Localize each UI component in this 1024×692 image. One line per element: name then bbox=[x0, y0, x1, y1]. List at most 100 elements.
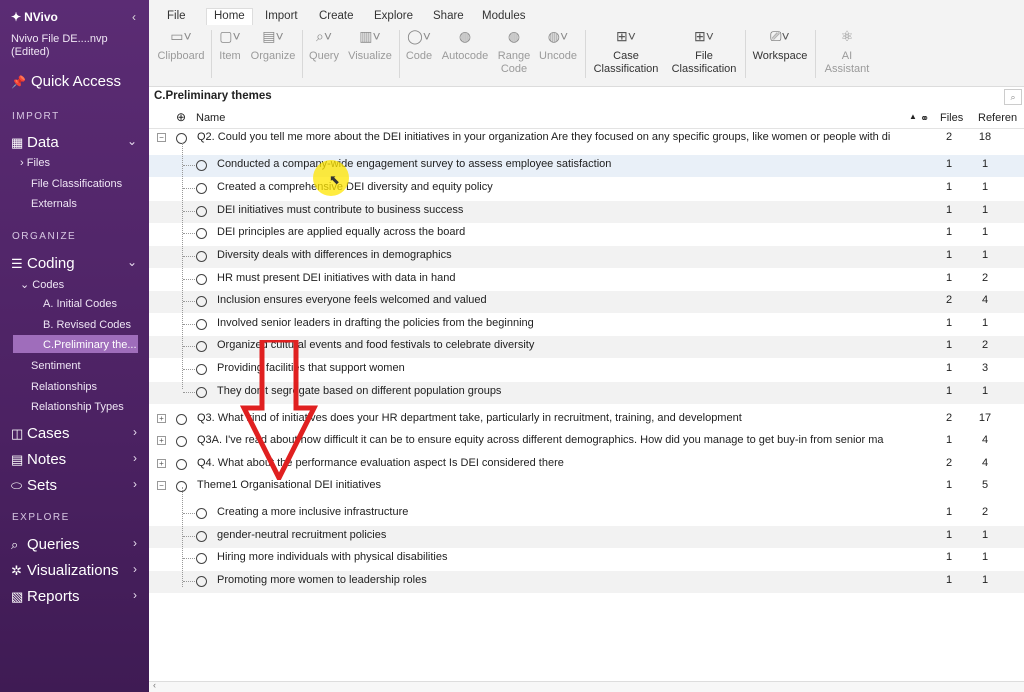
range-code-button[interactable]: ◍ Range Code bbox=[496, 28, 532, 76]
collapse-node-icon[interactable]: − bbox=[157, 481, 166, 490]
references-count: 1 bbox=[981, 529, 989, 541]
ai-assistant-button[interactable]: ⚛ AI Assistant bbox=[821, 29, 873, 76]
table-row[interactable]: Created a comprehensive DEI diversity an… bbox=[149, 178, 1024, 200]
sidebar-item-queries[interactable]: ⌕ Queries › bbox=[11, 536, 139, 553]
range-code-icon: ◍ bbox=[507, 28, 521, 44]
node-name: Providing facilities that support women bbox=[217, 362, 405, 374]
sidebar-item-cases[interactable]: ◫ Cases › bbox=[11, 425, 139, 442]
table-row[interactable]: Diversity deals with differences in demo… bbox=[149, 246, 1024, 268]
sidebar-item-relationships[interactable]: Relationships bbox=[31, 381, 97, 393]
column-name[interactable]: Name bbox=[196, 112, 225, 124]
node-name: DEI initiatives must contribute to busin… bbox=[217, 204, 464, 216]
item-button[interactable]: ▢˅ Item bbox=[217, 29, 243, 63]
sidebar-item-revised-codes[interactable]: B. Revised Codes bbox=[43, 319, 131, 331]
tab-import[interactable]: Import bbox=[265, 10, 298, 22]
query-button[interactable]: ⌕˅ Query bbox=[307, 29, 341, 63]
sort-up-icon[interactable]: ▲ bbox=[909, 112, 917, 121]
code-node-icon bbox=[196, 274, 207, 285]
table-row[interactable]: − Q2. Could you tell me more about the DE… bbox=[149, 128, 1024, 150]
case-label-2: Classification bbox=[593, 63, 659, 75]
page-title: C.Preliminary themes bbox=[154, 90, 272, 102]
files-count: 1 bbox=[945, 181, 953, 193]
sidebar-item-visualizations[interactable]: ✲ Visualizations › bbox=[11, 562, 139, 579]
expand-node-icon[interactable]: + bbox=[157, 436, 166, 445]
sidebar-item-sentiment[interactable]: Sentiment bbox=[31, 360, 81, 372]
case-classification-button[interactable]: ⊞˅ Case Classification bbox=[590, 29, 662, 76]
organize-button[interactable]: ▤˅ Organize bbox=[249, 29, 297, 63]
code-node-icon bbox=[196, 228, 207, 239]
table-row[interactable]: DEI principles are applied equally acros… bbox=[149, 223, 1024, 245]
files-count: 1 bbox=[945, 362, 953, 374]
references-count: 17 bbox=[978, 412, 992, 424]
files-count: 1 bbox=[945, 385, 953, 397]
expand-node-icon[interactable]: + bbox=[157, 459, 166, 468]
references-count: 3 bbox=[981, 362, 989, 374]
code-node-icon bbox=[196, 160, 207, 171]
collapse-node-icon[interactable]: − bbox=[157, 133, 166, 142]
table-row[interactable]: Creating a more inclusive infrastructure… bbox=[149, 503, 1024, 525]
tree-connector bbox=[183, 392, 197, 393]
ribbon: File Home Import Create Explore Share Mo… bbox=[149, 0, 1024, 87]
scroll-left-icon[interactable]: ‹ bbox=[153, 680, 156, 690]
clipboard-button[interactable]: ▭˅ Clipboard bbox=[156, 29, 206, 63]
notes-icon: ▤ bbox=[11, 452, 24, 467]
table-row[interactable]: Promoting more women to leadership roles… bbox=[149, 571, 1024, 593]
expand-node-icon[interactable]: + bbox=[157, 414, 166, 423]
tree-connector bbox=[183, 279, 197, 280]
table-row[interactable]: DEI initiatives must contribute to busin… bbox=[149, 201, 1024, 223]
sidebar-item-file-classifications[interactable]: File Classifications bbox=[31, 178, 122, 190]
visualize-label: Visualize bbox=[348, 50, 392, 62]
node-name: Diversity deals with differences in demo… bbox=[217, 249, 452, 261]
uncode-button[interactable]: ◍˅ Uncode bbox=[537, 28, 579, 63]
code-button[interactable]: ◯˅ Code bbox=[404, 29, 434, 63]
sidebar-item-initial-codes[interactable]: A. Initial Codes bbox=[43, 298, 117, 310]
code-node-icon bbox=[196, 531, 207, 542]
tab-share[interactable]: Share bbox=[433, 10, 464, 22]
sidebar-item-relationship-types[interactable]: Relationship Types bbox=[31, 401, 124, 413]
collapse-sidebar-icon[interactable]: ‹ bbox=[132, 10, 136, 24]
sidebar-item-files[interactable]: › Files bbox=[20, 157, 50, 169]
table-row[interactable]: Inclusion ensures everyone feels welcome… bbox=[149, 291, 1024, 313]
section-organize: ORGANIZE bbox=[12, 231, 77, 242]
codes-label: Codes bbox=[32, 279, 65, 291]
workspace-button[interactable]: ⎚˅ Workspace bbox=[749, 29, 811, 63]
node-name: gender-neutral recruitment policies bbox=[217, 529, 387, 541]
case-label-1: Case bbox=[613, 50, 639, 62]
files-count: 1 bbox=[945, 551, 953, 563]
uncode-icon: ◍˅ bbox=[547, 28, 569, 44]
sidebar-item-codes[interactable]: ⌄ Codes bbox=[20, 278, 64, 291]
sidebar-item-reports[interactable]: ▧ Reports › bbox=[11, 588, 139, 605]
quick-access[interactable]: 📌 Quick Access bbox=[11, 73, 121, 90]
files-count: 2 bbox=[945, 412, 953, 424]
sidebar: ✦ NVivo ‹ Nvivo File DE....nvp (Edited) 📌… bbox=[0, 0, 149, 692]
range-code-label-2: Code bbox=[500, 63, 528, 75]
autocode-button[interactable]: ◍ Autocode bbox=[440, 29, 490, 63]
add-icon[interactable]: ⊕ bbox=[176, 110, 186, 124]
sidebar-item-preliminary-themes[interactable]: C.Preliminary the... bbox=[43, 339, 137, 351]
sidebar-item-sets[interactable]: ⬭ Sets › bbox=[11, 477, 139, 494]
tree-connector bbox=[183, 233, 197, 234]
horizontal-scrollbar[interactable]: ‹ bbox=[149, 680, 1024, 692]
visualize-button[interactable]: ▥˅ Visualize bbox=[347, 29, 393, 63]
tab-create[interactable]: Create bbox=[319, 10, 354, 22]
tab-file[interactable]: File bbox=[167, 10, 186, 22]
tab-explore[interactable]: Explore bbox=[374, 10, 413, 22]
node-name: Creating a more inclusive infrastructure bbox=[217, 506, 409, 518]
sidebar-item-coding[interactable]: ☰ Coding ⌄ bbox=[11, 255, 139, 272]
sidebar-item-notes[interactable]: ▤ Notes › bbox=[11, 451, 139, 468]
tab-home[interactable]: Home bbox=[206, 8, 253, 25]
table-row[interactable]: Conducted a company-wide engagement surv… bbox=[149, 155, 1024, 177]
sidebar-item-externals[interactable]: Externals bbox=[31, 198, 77, 210]
table-row[interactable]: Hiring more individuals with physical di… bbox=[149, 548, 1024, 570]
table-row[interactable]: HR must present DEI initiatives with dat… bbox=[149, 269, 1024, 291]
node-name: Inclusion ensures everyone feels welcome… bbox=[217, 294, 487, 306]
table-row[interactable]: Involved senior leaders in drafting the … bbox=[149, 314, 1024, 336]
table-row[interactable]: gender-neutral recruitment policies 1 1 bbox=[149, 526, 1024, 548]
column-files[interactable]: Files bbox=[940, 112, 963, 124]
references-count: 2 bbox=[981, 506, 989, 518]
tab-modules[interactable]: Modules bbox=[482, 10, 525, 22]
sidebar-item-data[interactable]: ▦ Data ⌄ bbox=[11, 134, 139, 151]
file-classification-button[interactable]: ⊞˅ File Classification bbox=[668, 29, 740, 76]
search-icon[interactable]: ⌕ bbox=[1004, 89, 1022, 105]
column-references[interactable]: Referen bbox=[978, 112, 1017, 124]
